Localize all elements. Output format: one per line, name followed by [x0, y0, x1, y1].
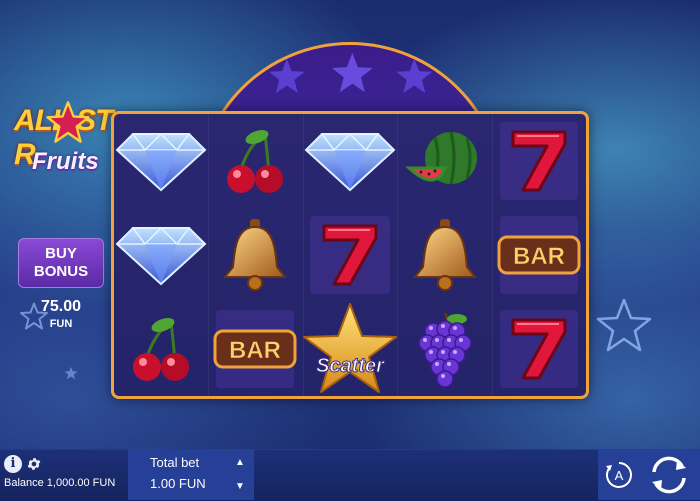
buy-bonus-label-line1: BUY [45, 245, 77, 262]
bet-increase-arrow-icon[interactable]: ▲ [235, 457, 245, 468]
buy-bonus-label-line2: BONUS [33, 263, 89, 280]
reel-cell [114, 114, 208, 208]
reel-cell [398, 208, 492, 302]
reel-cell [492, 302, 586, 396]
logo-star-icon [46, 101, 90, 143]
bonus-price-currency: FUN [49, 318, 73, 330]
buy-bonus-button[interactable]: BUY BONUS [18, 238, 104, 288]
grapes-symbol-icon [409, 309, 481, 389]
game-logo: ALL ST R Fruits [10, 100, 114, 184]
cherry-symbol-icon [219, 125, 291, 197]
bonus-price-value: 75.00 [40, 298, 82, 315]
background-star-icon [64, 366, 78, 380]
reel-grid: BAR BAR Scatter [111, 111, 589, 399]
diamond-symbol-icon [115, 130, 207, 192]
reel-cell [208, 114, 302, 208]
reel-cell [302, 208, 398, 302]
bell-symbol-icon [409, 217, 481, 293]
autoplay-button[interactable]: A [604, 460, 634, 490]
total-bet-value: 1.00 FUN [150, 476, 206, 491]
bar-label: BAR [229, 337, 281, 364]
diamond-symbol-icon [115, 224, 207, 286]
balance-display: Balance 1,000.00 FUN [4, 477, 116, 489]
reel-cell [208, 208, 302, 302]
reel-cell [114, 208, 208, 302]
reel-cell [492, 114, 586, 208]
reel-cell: BAR [208, 302, 302, 396]
bottom-bar [0, 449, 700, 501]
reel-cell [398, 302, 492, 396]
gear-icon[interactable] [26, 456, 42, 472]
reel-cell [302, 114, 398, 208]
scatter-label: Scatter [316, 355, 385, 377]
bar-label: BAR [513, 243, 565, 270]
bar-symbol-icon: BAR [497, 233, 581, 277]
reel-cell [114, 302, 208, 396]
seven-symbol-icon [503, 126, 575, 196]
total-bet-label: Total bet [150, 455, 200, 470]
bet-decrease-arrow-icon[interactable]: ▼ [235, 481, 245, 492]
bar-symbol-icon: BAR [213, 327, 297, 371]
seven-symbol-icon [503, 314, 575, 384]
arch-star-icon [269, 58, 305, 94]
background-star-icon [596, 298, 652, 352]
bonus-price: 75.00 FUN [18, 298, 104, 330]
arch-stars [269, 53, 433, 94]
autoplay-letter: A [615, 468, 624, 483]
arch-star-icon [331, 53, 373, 93]
cherry-symbol-icon [125, 313, 197, 385]
reel-cell: Scatter [302, 302, 398, 396]
spin-button[interactable] [646, 452, 692, 498]
reel-cell: BAR [492, 208, 586, 302]
scatter-symbol-icon: Scatter [302, 302, 398, 396]
logo-subtitle: Fruits [32, 148, 99, 175]
seven-symbol-icon [314, 220, 386, 290]
watermelon-symbol-icon [405, 126, 485, 196]
info-icon[interactable]: i [4, 455, 22, 473]
diamond-symbol-icon [304, 130, 396, 192]
bell-symbol-icon [219, 217, 291, 293]
reel-cell [398, 114, 492, 208]
arch-star-icon [396, 58, 433, 94]
